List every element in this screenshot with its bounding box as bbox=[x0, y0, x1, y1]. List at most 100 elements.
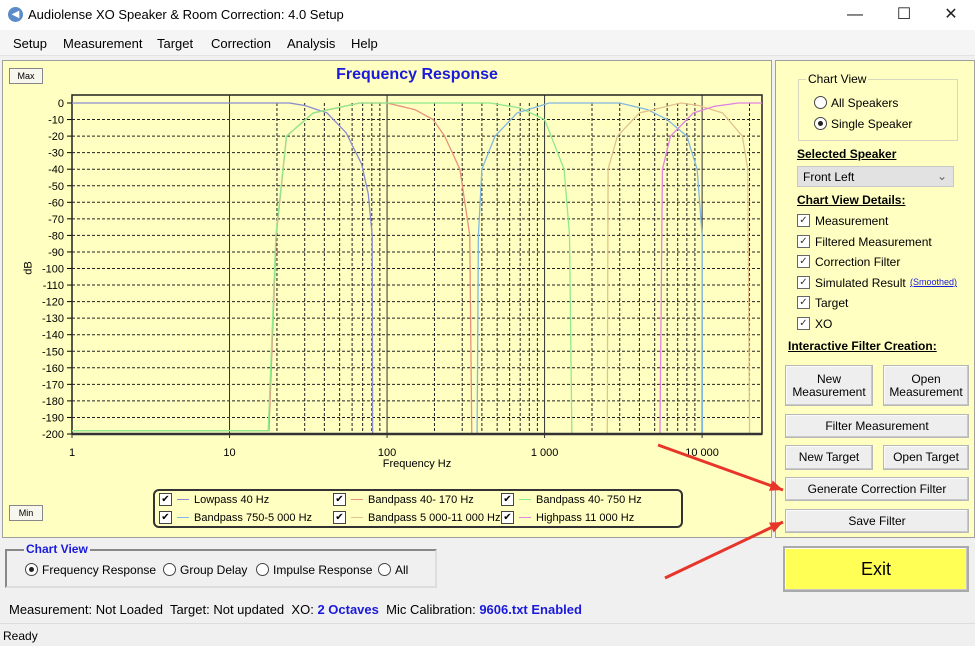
chart-view-group-title: Chart View bbox=[24, 542, 90, 556]
filter-measurement-button[interactable]: Filter Measurement bbox=[785, 414, 969, 438]
y-tick-label: -50 bbox=[48, 181, 64, 193]
legend-checkbox[interactable]: ✔ bbox=[159, 511, 172, 524]
new-target-button[interactable]: New Target bbox=[785, 445, 873, 470]
all-speakers-label: All Speakers bbox=[831, 96, 899, 110]
selected-speaker-heading: Selected Speaker bbox=[797, 147, 897, 161]
all-speakers-radio[interactable] bbox=[814, 96, 827, 109]
legend-label: Highpass 11 000 Hz bbox=[536, 511, 635, 524]
detail-label: XO bbox=[815, 317, 833, 331]
chevron-down-icon: ⌄ bbox=[936, 169, 947, 183]
chart-view-radio[interactable] bbox=[256, 563, 269, 576]
close-button[interactable]: ✕ bbox=[936, 4, 966, 26]
status-line: Measurement: Not Loaded Target: Not upda… bbox=[9, 602, 582, 617]
speaker-select[interactable]: Front Left ⌄ bbox=[797, 166, 954, 187]
chart-view-details-heading: Chart View Details: bbox=[797, 193, 906, 207]
detail-checkbox[interactable]: ✓ bbox=[797, 255, 810, 269]
chart-view-group-title: Chart View bbox=[806, 72, 869, 86]
status-bar: Ready bbox=[0, 623, 975, 646]
target-status: Not updated bbox=[213, 602, 285, 617]
legend-swatch bbox=[519, 517, 531, 518]
detail-checkbox[interactable]: ✓ bbox=[797, 234, 810, 248]
legend-checkbox[interactable]: ✔ bbox=[333, 511, 346, 524]
legend-label: Lowpass 40 Hz bbox=[194, 493, 270, 506]
measurement-status-label: Measurement: bbox=[9, 602, 93, 617]
minimize-button[interactable]: — bbox=[840, 4, 870, 26]
y-tick-label: -110 bbox=[43, 280, 64, 292]
detail-checkbox[interactable]: ✓ bbox=[797, 317, 810, 330]
mic-status: 9606.txt Enabled bbox=[479, 602, 582, 617]
legend-swatch bbox=[519, 499, 531, 500]
legend-swatch bbox=[177, 499, 189, 500]
new-measurement-button[interactable]: New Measurement bbox=[785, 365, 873, 406]
y-tick-label: -170 bbox=[42, 379, 64, 391]
y-tick-label: 0 bbox=[58, 98, 64, 110]
detail-checkbox[interactable]: ✓ bbox=[797, 296, 810, 310]
open-target-button[interactable]: Open Target bbox=[883, 445, 969, 470]
detail-checkbox[interactable]: ✓ bbox=[797, 275, 810, 289]
single-speaker-label: Single Speaker bbox=[831, 117, 913, 131]
y-tick-label: -60 bbox=[48, 197, 64, 209]
legend-checkbox[interactable]: ✔ bbox=[333, 493, 346, 506]
legend-checkbox[interactable]: ✔ bbox=[501, 511, 514, 524]
y-tick-label: -10 bbox=[48, 115, 64, 127]
detail-label: Filtered Measurement bbox=[815, 234, 932, 249]
legend-label: Bandpass 40- 750 Hz bbox=[536, 493, 642, 506]
detail-checkbox[interactable]: ✓ bbox=[797, 214, 810, 227]
legend-item[interactable]: ✔ Bandpass 750-5 000 Hz bbox=[159, 511, 312, 524]
legend-checkbox[interactable]: ✔ bbox=[159, 493, 172, 506]
xo-status: 2 Octaves bbox=[317, 602, 379, 617]
y-tick-label: -150 bbox=[42, 346, 64, 358]
chart-view-option-label: Group Delay bbox=[180, 563, 248, 577]
ready-status: Ready bbox=[3, 629, 38, 643]
y-tick-label: -80 bbox=[48, 230, 64, 242]
smoothed-link[interactable]: (Smoothed) bbox=[910, 277, 957, 287]
detail-label: Target bbox=[815, 296, 849, 311]
legend-item[interactable]: ✔ Lowpass 40 Hz bbox=[159, 493, 269, 506]
y-tick-label: -40 bbox=[48, 164, 64, 176]
y-tick-label: -160 bbox=[42, 363, 64, 375]
legend-label: Bandpass 5 000-11 000 Hz bbox=[368, 511, 501, 524]
y-tick-label: -200 bbox=[42, 429, 64, 441]
y-tick-label: -120 bbox=[42, 297, 64, 309]
x-axis-label: Frequency Hz bbox=[382, 458, 452, 470]
legend-checkbox[interactable]: ✔ bbox=[501, 493, 514, 506]
mic-status-label: Mic Calibration: bbox=[386, 602, 476, 617]
single-speaker-radio[interactable] bbox=[814, 117, 827, 130]
maximize-button[interactable]: ☐ bbox=[889, 4, 919, 26]
legend-label: Bandpass 750-5 000 Hz bbox=[194, 511, 313, 524]
y-tick-label: -70 bbox=[48, 214, 64, 226]
legend-swatch bbox=[351, 517, 363, 518]
save-filter-button[interactable]: Save Filter bbox=[785, 509, 969, 533]
legend: ✔ Lowpass 40 Hz ✔ Bandpass 40- 170 Hz ✔ Bandp… bbox=[153, 489, 683, 528]
exit-button[interactable]: Exit bbox=[783, 546, 969, 592]
legend-item[interactable]: ✔ Bandpass 40- 170 Hz bbox=[333, 493, 474, 506]
chart-view-radio[interactable] bbox=[25, 563, 38, 576]
detail-label: Measurement bbox=[815, 214, 889, 228]
legend-swatch bbox=[177, 517, 189, 518]
measurement-status: Not Loaded bbox=[95, 602, 163, 617]
y-tick-label: -100 bbox=[42, 264, 64, 276]
legend-item[interactable]: ✔ Bandpass 40- 750 Hz bbox=[501, 493, 642, 506]
generate-correction-filter-button[interactable]: Generate Correction Filter bbox=[785, 477, 969, 501]
y-tick-label: -90 bbox=[48, 247, 64, 259]
legend-label: Bandpass 40- 170 Hz bbox=[368, 493, 474, 506]
y-tick-label: -130 bbox=[42, 313, 64, 325]
chart-view-option-label: All bbox=[395, 563, 409, 577]
y-tick-label: -180 bbox=[42, 396, 64, 408]
chart-view-radio[interactable] bbox=[378, 563, 391, 576]
legend-swatch bbox=[351, 499, 363, 500]
y-tick-label: -140 bbox=[42, 330, 64, 342]
detail-label: Simulated Result bbox=[815, 275, 906, 290]
chart-view-option-label: Impulse Response bbox=[273, 563, 373, 577]
open-measurement-button[interactable]: Open Measurement bbox=[883, 365, 969, 406]
chart-view-radio[interactable] bbox=[163, 563, 176, 576]
chart-view-option-label: Frequency Response bbox=[42, 563, 157, 577]
legend-item[interactable]: ✔ Bandpass 5 000-11 000 Hz bbox=[333, 511, 501, 524]
target-status-label: Target: bbox=[169, 602, 210, 617]
legend-item[interactable]: ✔ Highpass 11 000 Hz bbox=[501, 511, 634, 524]
y-axis-label: dB bbox=[22, 261, 35, 275]
detail-label: Correction Filter bbox=[815, 255, 901, 270]
plot-frame bbox=[71, 94, 763, 435]
y-tick-label: -20 bbox=[48, 131, 64, 143]
interactive-filter-heading: Interactive Filter Creation: bbox=[788, 339, 937, 353]
